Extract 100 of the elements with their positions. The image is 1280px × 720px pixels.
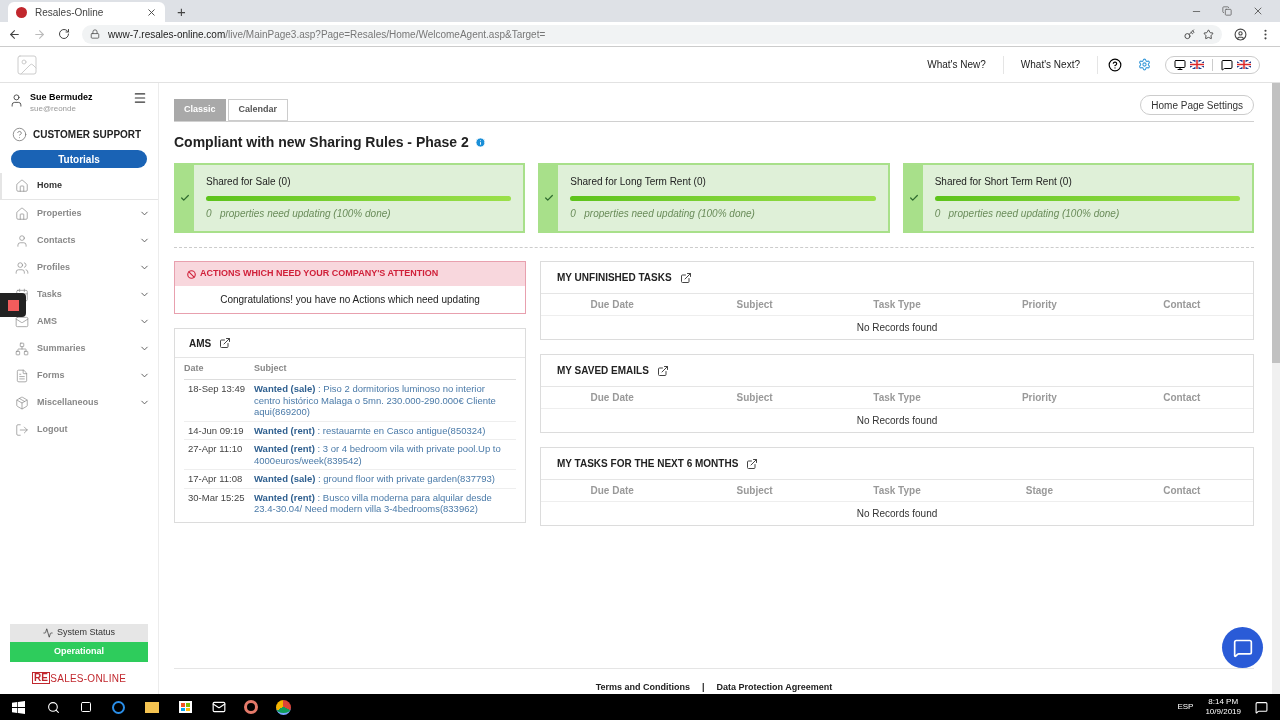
column-header: Contact — [1162, 298, 1202, 312]
nav-item[interactable]: Forms — [0, 362, 158, 389]
actions-message: Congratulations! you have no Actions which need updating — [220, 293, 480, 307]
store-icon[interactable] — [179, 701, 192, 713]
card-note: 0 properties need updating (100% done) — [570, 207, 756, 221]
tab-title: Resales-Online — [35, 5, 105, 20]
chat-icon — [1232, 637, 1253, 658]
language-indicator[interactable]: ESP — [1177, 701, 1194, 713]
box-icon — [15, 395, 29, 410]
message-link[interactable]: Wanted (sale) : ground floor with private garden(837793) — [254, 473, 503, 485]
column-header: Due Date — [589, 391, 635, 405]
message-link[interactable]: Wanted (rent) : 3 or 4 bedroom vila with private pool.Up to 4000euros/week(839542) — [254, 443, 516, 466]
folder-icon[interactable] — [145, 701, 159, 713]
date-cell-text: 17-Apr 11:08 — [187, 473, 244, 485]
lock-icon — [90, 29, 100, 39]
nav-label: Logout — [37, 422, 69, 436]
nav-item[interactable]: Profiles — [0, 254, 158, 281]
prohibited-icon — [187, 269, 196, 279]
external-link-icon[interactable] — [656, 364, 669, 377]
brand-logo: RE SALES-ONLINE — [30, 671, 128, 686]
info-icon[interactable] — [474, 137, 486, 148]
column-header: Task Type — [872, 298, 922, 312]
nav-label: Properties — [37, 206, 83, 220]
column-header: Due Date — [589, 484, 635, 498]
check-icon — [180, 193, 190, 203]
logout-icon — [15, 422, 29, 437]
nav-item[interactable]: Properties — [0, 200, 158, 227]
message-link[interactable]: Wanted (rent) : restauarnte en Casco antigue(850324) — [254, 424, 494, 436]
chrome-icon[interactable] — [276, 699, 291, 715]
nav-label: Tasks — [37, 287, 63, 301]
restore-icon[interactable] — [1222, 6, 1232, 16]
message-link[interactable]: Wanted (sale) : Piso 2 dormitorios luminoso no interior centro histórico Malaga o 5mn. 230.000-290.000€ Cliente aqui(869200) — [254, 383, 516, 418]
nav-item[interactable]: Tasks — [0, 281, 158, 308]
date-cell-text: 14-Jun 09:19 — [187, 424, 245, 436]
external-link-icon[interactable] — [679, 271, 692, 284]
chat-launcher-button[interactable] — [1222, 627, 1263, 668]
empty-message: No Records found — [856, 414, 938, 428]
flag-icon — [1237, 60, 1251, 69]
star-icon[interactable] — [1203, 28, 1214, 40]
date-cell-text: 18-Sep 13:49 — [187, 383, 247, 396]
profile-icon[interactable] — [1234, 27, 1247, 41]
card-title: Shared for Sale (0) — [206, 175, 292, 189]
external-link-icon[interactable] — [746, 457, 759, 470]
column-header: Priority — [1020, 391, 1058, 405]
clock-time: 8:14 PM — [1208, 697, 1239, 707]
nav-label: Miscellaneous — [37, 395, 100, 409]
panel-title: MY UNFINISHED TASKS — [557, 271, 672, 285]
key-icon[interactable] — [1184, 28, 1195, 40]
message-link[interactable]: Wanted (rent) : Busco villa moderna para alquilar desde 23.4-30.04/ Need modern villa 3-4bedrooms(833962) — [254, 491, 516, 515]
nav-label: Summaries — [37, 341, 87, 355]
help-icon[interactable] — [1108, 57, 1122, 72]
panel-title: MY SAVED EMAILS — [557, 364, 649, 378]
page-heading: Compliant with new Sharing Rules - Phase 2 — [174, 133, 469, 152]
column-header: Priority — [1020, 298, 1058, 312]
nav-item[interactable]: Logout — [0, 416, 158, 443]
card-title: Shared for Long Term Rent (0) — [570, 175, 707, 189]
task-view-icon[interactable] — [80, 701, 92, 713]
url-text: www-7.resales-online.com/live/MainPage3.asp?Page=Resales/Home/WelcomeAgent.asp&Target= — [108, 27, 546, 42]
system-status-label[interactable]: System Status — [10, 624, 148, 642]
notification-icon[interactable] — [1255, 700, 1268, 714]
header-link[interactable]: What's New? — [910, 57, 1003, 72]
support-title: CUSTOMER SUPPORT — [33, 127, 142, 142]
user-name: Sue Bermudez — [30, 91, 94, 103]
panel-title: MY TASKS FOR THE NEXT 6 MONTHS — [557, 457, 739, 471]
nav-item[interactable]: Miscellaneous — [0, 389, 158, 416]
reload-icon[interactable] — [58, 28, 70, 40]
browser-tab[interactable]: Resales-Online — [8, 2, 165, 22]
search-icon[interactable] — [47, 700, 60, 714]
tutorials-button[interactable]: Tutorials — [11, 150, 147, 168]
settings-icon[interactable] — [1138, 58, 1151, 71]
nav-item[interactable]: Home — [0, 173, 158, 200]
back-icon[interactable] — [8, 27, 21, 41]
mail-icon[interactable] — [212, 700, 226, 714]
menu-icon[interactable] — [133, 91, 147, 105]
person-icon — [15, 233, 29, 248]
address-field[interactable]: www-7.resales-online.com/live/MainPage3.asp?Page=Resales/Home/WelcomeAgent.asp&Target= — [82, 24, 1222, 44]
close-icon[interactable] — [146, 6, 157, 18]
nav-item[interactable]: Contacts — [0, 227, 158, 254]
screen-recorder-toast[interactable] — [0, 293, 26, 317]
document-icon — [15, 368, 29, 383]
new-tab-button[interactable]: + — [177, 4, 186, 19]
card-note: 0 properties need updating (100% done) — [206, 207, 392, 221]
pulse-icon — [43, 628, 53, 638]
header-link[interactable]: What's Next? — [1003, 57, 1097, 72]
status-indicator: Operational — [10, 642, 148, 662]
empty-message: No Records found — [856, 321, 938, 335]
footer-link[interactable]: Terms and Conditions — [595, 680, 691, 694]
footer-separator: | — [702, 680, 705, 694]
footer-link[interactable]: Data Protection Agreement — [716, 680, 833, 694]
column-header: Contact — [1162, 484, 1202, 498]
windows-icon[interactable] — [12, 700, 25, 714]
external-link-icon[interactable] — [219, 337, 232, 349]
view-tab[interactable]: Calendar — [227, 99, 289, 121]
close-icon[interactable] — [1252, 5, 1264, 17]
app-icon[interactable] — [244, 700, 258, 714]
column-header: Task Type — [872, 391, 922, 405]
nav-item[interactable]: AMS — [0, 308, 158, 335]
column-header: Subject — [735, 298, 774, 312]
clock-date: 10/9/2019 — [1205, 707, 1241, 717]
nav-item[interactable]: Summaries — [0, 335, 158, 362]
